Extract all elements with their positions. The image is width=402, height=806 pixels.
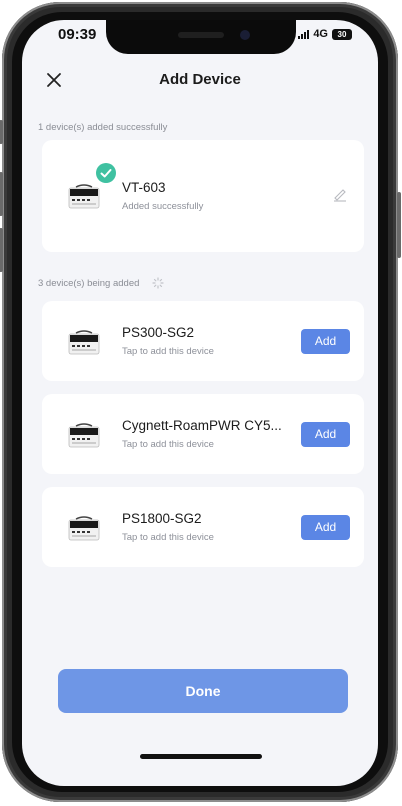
device-hint: Tap to add this device [122,532,214,543]
battery-icon: 30 [332,28,352,40]
device-name: PS1800-SG2 [122,511,202,526]
device-name: Cygnett-RoamPWR CY5... [122,418,282,433]
pending-device-card[interactable]: PS300-SG2 Tap to add this device Add [42,301,364,381]
success-check-icon [96,163,116,183]
header: Add Device [22,66,378,96]
network-type: 4G [313,28,328,40]
device-thumbnail-icon [68,184,100,209]
done-button[interactable]: Done [58,669,348,713]
device-thumbnail-icon [68,330,100,355]
side-button [0,228,3,272]
home-indicator [140,754,262,759]
device-status: Added successfully [122,201,204,212]
device-hint: Tap to add this device [122,346,214,357]
pending-section-text: 3 device(s) being added [38,278,140,289]
add-device-button[interactable]: Add [301,422,350,447]
page-title: Add Device [159,71,241,88]
added-device-card[interactable]: VT-603 Added successfully [42,140,364,252]
device-name: VT-603 [122,180,166,195]
speaker [178,32,224,38]
side-button [0,120,3,144]
pending-section-label: 3 device(s) being added [38,277,164,289]
add-device-button[interactable]: Add [301,329,350,354]
device-thumbnail-icon [68,516,100,541]
status-time: 09:39 [58,26,97,43]
notch [106,20,296,54]
add-device-button[interactable]: Add [301,515,350,540]
camera [240,30,250,40]
side-button [397,192,401,258]
added-section-label: 1 device(s) added successfully [38,122,168,133]
side-button [0,172,3,216]
device-hint: Tap to add this device [122,439,214,450]
edit-icon[interactable] [332,186,348,202]
device-thumbnail-icon [68,423,100,448]
loading-spinner-icon [152,277,164,289]
pending-device-card[interactable]: PS1800-SG2 Tap to add this device Add [42,487,364,567]
pending-device-card[interactable]: Cygnett-RoamPWR CY5... Tap to add this d… [42,394,364,474]
device-name: PS300-SG2 [122,325,195,340]
status-indicators: 4G 30 [298,28,352,40]
screen: 09:39 4G 30 Add Device 1 device(s) added… [22,20,378,786]
signal-icon [298,29,310,39]
